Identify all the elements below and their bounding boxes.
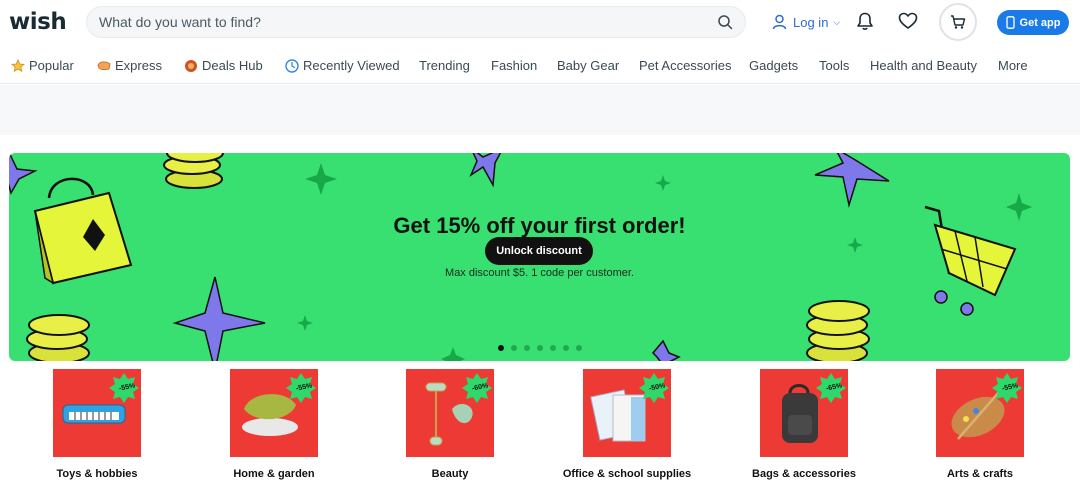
category-image[interactable]: -50% (583, 369, 671, 457)
clock-icon (285, 58, 299, 73)
nav-item-deals-hub[interactable]: Deals Hub (184, 58, 263, 73)
search-icon[interactable] (717, 14, 733, 30)
search-input[interactable] (99, 7, 699, 37)
category-image[interactable]: -55% (230, 369, 318, 457)
nav-item-popular[interactable]: Popular (11, 58, 74, 73)
category-label[interactable]: Toys & hobbies (22, 468, 172, 480)
category-label[interactable]: Beauty (375, 468, 525, 480)
phone-icon (1005, 16, 1015, 29)
nav-item-fashion[interactable]: Fashion (491, 58, 537, 73)
nav-item-recently-viewed[interactable]: Recently Viewed (285, 58, 400, 73)
nav-item-trending[interactable]: Trending (419, 58, 470, 73)
category-label[interactable]: Home & garden (199, 468, 349, 480)
coin-stack-icon (806, 300, 870, 361)
login-button[interactable]: Log in ⌵ (772, 12, 840, 32)
coin-stack-icon (26, 314, 90, 361)
purple-star-icon (469, 153, 502, 188)
chevron-down-icon: ⌵ (833, 16, 841, 27)
category-label[interactable]: Office & school supplies (552, 468, 702, 480)
category-image[interactable]: -60% (406, 369, 494, 457)
star-icon (11, 58, 25, 72)
cart-button[interactable] (939, 3, 977, 41)
sparkle-icon (847, 237, 863, 253)
category-arts-crafts[interactable]: -55% Arts & crafts (905, 369, 1055, 489)
category-bags-accessories[interactable]: -65% Bags & accessories (729, 369, 879, 489)
header: wish Log in ⌵ Get app (0, 0, 1080, 44)
carousel-dot-2[interactable] (511, 345, 517, 351)
category-toys-hobbies[interactable]: -55% Toys & hobbies (22, 369, 172, 489)
purple-star-icon (651, 339, 681, 361)
carousel-dot-3[interactable] (524, 345, 530, 351)
category-beauty[interactable]: -60% Beauty (375, 369, 525, 489)
purple-star-icon (9, 153, 38, 195)
heart-icon[interactable] (898, 12, 918, 30)
carousel-dot-4[interactable] (537, 345, 543, 351)
search-bar[interactable] (86, 6, 746, 38)
user-icon (772, 14, 787, 30)
carousel-dots (498, 345, 589, 351)
nav-item-more[interactable]: More (998, 58, 1028, 73)
nav-item-gadgets[interactable]: Gadgets (749, 58, 798, 73)
wish-logo[interactable]: wish (9, 9, 67, 35)
category-label[interactable]: Bags & accessories (729, 468, 879, 480)
bell-icon[interactable] (855, 11, 875, 31)
carousel-dot-7[interactable] (576, 345, 582, 351)
sparkle-icon (297, 315, 313, 331)
nav-item-express[interactable]: Express (97, 58, 162, 73)
nav-item-baby-gear[interactable]: Baby Gear (557, 58, 619, 73)
express-icon (97, 60, 111, 70)
purple-star-icon (814, 153, 890, 208)
category-nav: Popular Express Deals Hub Recently Viewe… (0, 50, 1080, 84)
category-label[interactable]: Arts & crafts (905, 468, 1055, 480)
unlock-discount-button[interactable]: Unlock discount (485, 237, 593, 265)
get-app-label: Get app (1019, 16, 1061, 29)
carousel-dot-6[interactable] (563, 345, 569, 351)
category-office-school-supplies[interactable]: -50% Office & school supplies (552, 369, 702, 489)
purple-star-icon (172, 276, 266, 361)
nav-item-tools[interactable]: Tools (819, 58, 849, 73)
cart-icon (951, 15, 966, 29)
nav-item-pet-accessories[interactable]: Pet Accessories (639, 58, 732, 73)
deals-icon (185, 59, 197, 72)
carousel-dot-1[interactable] (498, 345, 504, 351)
category-home-garden[interactable]: -55% Home & garden (199, 369, 349, 489)
coin-stack-icon (163, 153, 224, 189)
sparkle-icon (655, 175, 671, 191)
category-image[interactable]: -55% (936, 369, 1024, 457)
category-image[interactable]: -55% (53, 369, 141, 457)
sparkle-icon (305, 163, 337, 195)
promo-strip (0, 85, 1080, 135)
banner-subtitle: Max discount $5. 1 code per customer. (445, 267, 634, 279)
login-label: Log in (793, 14, 829, 30)
sparkle-icon (441, 347, 465, 361)
promo-banner[interactable]: Get 15% off your first order! Unlock dis… (9, 153, 1070, 361)
category-image[interactable]: -65% (760, 369, 848, 457)
banner-title: Get 15% off your first order! (393, 213, 686, 238)
nav-item-health-and-beauty[interactable]: Health and Beauty (870, 58, 977, 73)
carousel-dot-5[interactable] (550, 345, 556, 351)
get-app-button[interactable]: Get app (997, 10, 1069, 35)
